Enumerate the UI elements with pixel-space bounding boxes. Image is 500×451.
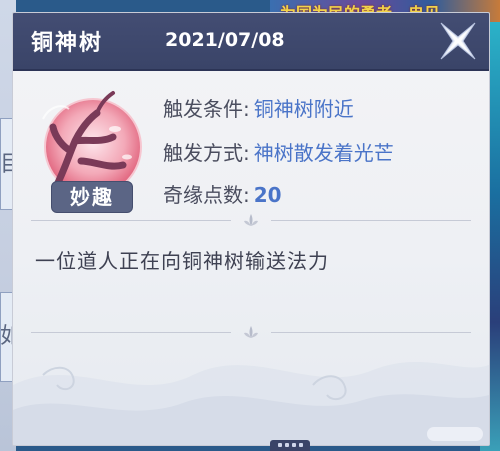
- section-divider: [31, 213, 471, 227]
- event-detail-panel: 铜神树 2021/07/08 妙趣 触发条件: 铜神树附近 触发方式: 神树散发着光…: [12, 12, 490, 446]
- event-date: 2021/07/08: [165, 29, 285, 51]
- trigger-condition-row: 触发条件: 铜神树附近: [163, 93, 354, 122]
- trigger-method-label: 触发方式:: [163, 141, 250, 165]
- event-description: 一位道人正在向铜神树输送法力: [35, 249, 329, 273]
- trigger-condition-label: 触发条件:: [163, 97, 250, 121]
- decorative-waves: [13, 361, 489, 445]
- fortune-points-value: 20: [253, 183, 282, 207]
- trigger-condition-value: 铜神树附近: [253, 97, 354, 121]
- panel-header: 铜神树 2021/07/08: [13, 13, 489, 71]
- trigger-method-value: 神树散发着光芒: [253, 141, 394, 165]
- close-button[interactable]: [433, 17, 483, 65]
- trigger-method-row: 触发方式: 神树散发着光芒: [163, 137, 394, 166]
- event-title: 铜神树: [31, 31, 104, 56]
- lotus-ornament-icon: [244, 214, 258, 226]
- close-x-icon: [440, 22, 476, 60]
- fortune-points-label: 奇缘点数:: [163, 183, 250, 207]
- bottom-drag-handle[interactable]: [270, 440, 310, 451]
- fortune-points-row: 奇缘点数: 20: [163, 179, 282, 208]
- event-category-tag: 妙趣: [51, 181, 133, 213]
